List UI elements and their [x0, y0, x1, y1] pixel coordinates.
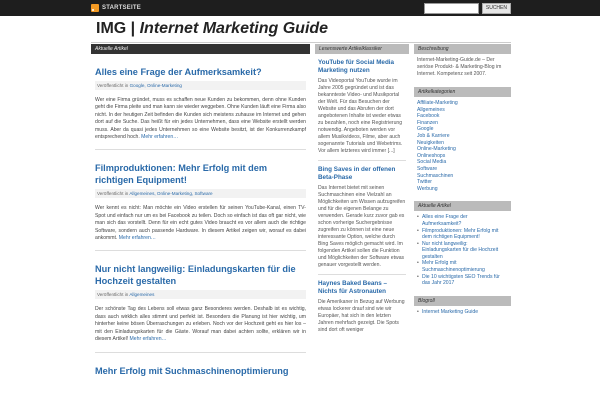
classic-excerpt: Das Videoportal YouTube wurde im Jahre 2…	[318, 78, 403, 154]
home-link[interactable]: STARTSEITE	[91, 4, 141, 12]
recent-posts-list: Alles eine Frage der Aufmerksamkeit? Fil…	[414, 211, 511, 290]
top-bar: STARTSEITE SUCHEN	[0, 0, 600, 16]
classic-title[interactable]: Bing Saves in der offenen Beta-Phase	[318, 166, 406, 182]
classic-item: YouTube für Social Media Marketing nutze…	[315, 54, 409, 161]
recent-posts-widget: Aktuelle Artikel Alles eine Frage der Au…	[414, 201, 511, 290]
post: Mehr Erfolg mit Suchmaschinenoptimierung	[91, 353, 310, 377]
post-categories[interactable]: Allgemeines	[129, 292, 154, 297]
site-title[interactable]: IMG | Internet Marketing Guide	[96, 20, 328, 38]
classic-item: Bing Saves in der offenen Beta-Phase Das…	[315, 161, 409, 275]
classics-column-title: Lesenswerte Artikelklassiker	[315, 44, 409, 54]
category-link[interactable]: Finanzen	[417, 120, 508, 127]
category-link[interactable]: Job & Karriere	[417, 133, 508, 140]
category-link[interactable]: Neuigkeiten	[417, 140, 508, 147]
category-link[interactable]: Werbung	[417, 186, 508, 193]
category-link[interactable]: Allgemeines	[417, 107, 508, 114]
rss-icon	[91, 4, 99, 12]
post-excerpt: Wer eine Firma gründet, muss es schaffen…	[95, 97, 306, 141]
sidebar: Beschreibung Internet-Marketing-Guide.de…	[414, 44, 511, 400]
site-title-prefix: IMG |	[96, 20, 140, 37]
recent-posts-title: Aktuelle Artikel	[414, 201, 511, 212]
description-title: Beschreibung	[414, 44, 511, 54]
category-link[interactable]: Twitter	[417, 179, 508, 186]
blogroll-widget: Blogroll Internet Marketing Guide	[414, 295, 511, 319]
post-categories[interactable]: Google, Online-Marketing	[130, 83, 182, 88]
post-title[interactable]: Mehr Erfolg mit Suchmaschinenoptimierung	[95, 365, 306, 377]
main-column: Aktuelle Artikel Alles eine Frage der Au…	[91, 44, 310, 400]
home-label: STARTSEITE	[102, 5, 141, 11]
categories-widget: Artikelkategorien Affiliate-Marketing Al…	[414, 87, 511, 195]
search-input[interactable]	[423, 2, 479, 14]
post-categories[interactable]: Allgemeines, Online-Marketing, Software	[129, 191, 212, 196]
categories-list: Affiliate-Marketing Allgemeines Facebook…	[414, 97, 511, 195]
classic-item: Haynes Baked Beans – Nichts für Astronau…	[315, 275, 409, 334]
description-text: Internet-Marketing-Guide.de – Der seriös…	[417, 57, 502, 77]
classics-column: Lesenswerte Artikelklassiker YouTube für…	[315, 44, 409, 400]
post-meta-prefix: Veröffentlicht in	[97, 83, 130, 88]
post: Filmproduktionen: Mehr Erfolg mit dem ri…	[91, 150, 310, 252]
category-link[interactable]: Facebook	[417, 113, 508, 120]
blogroll-link[interactable]: Internet Marketing Guide	[417, 309, 508, 316]
recent-post-link[interactable]: Alles eine Frage der Aufmerksamkeit?	[417, 214, 508, 227]
categories-title: Artikelkategorien	[414, 87, 511, 97]
description-widget: Beschreibung Internet-Marketing-Guide.de…	[414, 44, 511, 81]
site-header: IMG | Internet Marketing Guide	[91, 16, 511, 43]
read-more-link[interactable]: Mehr erfahren…	[141, 134, 178, 140]
post-meta: Veröffentlicht in Allgemeines	[95, 290, 306, 300]
site-title-brand: Internet Marketing Guide	[139, 20, 329, 37]
post-excerpt-text: Wer eine Firma gründet, muss es schaffen…	[95, 97, 306, 141]
read-more-link[interactable]: Mehr erfahren…	[119, 235, 156, 241]
post-meta: Veröffentlicht in Allgemeines, Online-Ma…	[95, 189, 306, 199]
post: Alles eine Frage der Aufmerksamkeit? Ver…	[91, 54, 310, 151]
main-column-title: Aktuelle Artikel	[91, 44, 310, 54]
recent-post-link[interactable]: Mehr Erfolg mit Suchmaschinenoptimierung	[417, 260, 508, 273]
post-excerpt: Der schönste Tag des Lebens soll etwas g…	[95, 306, 306, 343]
classic-title[interactable]: Haynes Baked Beans – Nichts für Astronau…	[318, 280, 406, 296]
category-link[interactable]: Onlineshops	[417, 153, 508, 160]
post: Nur nicht langweilig: Einladungskarten f…	[91, 251, 310, 353]
search-form: SUCHEN	[423, 2, 511, 14]
recent-post-link[interactable]: Die 10 wichtigsten SEO Trends für das Ja…	[417, 274, 508, 287]
category-link[interactable]: Google	[417, 126, 508, 133]
post-excerpt: Wer kennt es nicht: Man möchte ein Video…	[95, 205, 306, 242]
post-title[interactable]: Nur nicht langweilig: Einladungskarten f…	[95, 263, 306, 287]
category-link[interactable]: Social Media	[417, 159, 508, 166]
blogroll-list: Internet Marketing Guide	[414, 306, 511, 319]
classic-title[interactable]: YouTube für Social Media Marketing nutze…	[318, 59, 406, 75]
category-link[interactable]: Online-Marketing	[417, 146, 508, 153]
category-link[interactable]: Software	[417, 166, 508, 173]
recent-post-link[interactable]: Nur nicht langweilig: Einladungskarten f…	[417, 241, 508, 261]
classic-excerpt: Die Amerikaner in Bezug auf Werbung etwa…	[318, 299, 405, 333]
category-link[interactable]: Suchmaschinen	[417, 173, 508, 180]
post-meta: Veröffentlicht in Google, Online-Marketi…	[95, 81, 306, 90]
post-excerpt-text: Der schönste Tag des Lebens soll etwas g…	[95, 306, 306, 343]
post-meta-prefix: Veröffentlicht in	[97, 191, 130, 197]
recent-post-link[interactable]: Filmproduktionen: Mehr Erfolg mit dem ri…	[417, 228, 508, 241]
blogroll-title: Blogroll	[414, 295, 511, 306]
search-button[interactable]: SUCHEN	[481, 2, 511, 14]
classic-excerpt: Das Internet bietet mit seinen Suchmasch…	[318, 185, 406, 268]
category-link[interactable]: Affiliate-Marketing	[417, 100, 508, 107]
post-title[interactable]: Alles eine Frage der Aufmerksamkeit?	[95, 66, 306, 78]
content-wrap: Aktuelle Artikel Alles eine Frage der Au…	[91, 44, 511, 400]
post-title[interactable]: Filmproduktionen: Mehr Erfolg mit dem ri…	[95, 162, 306, 186]
read-more-link[interactable]: Mehr erfahren…	[130, 336, 167, 342]
post-meta-prefix: Veröffentlicht in	[97, 292, 130, 298]
